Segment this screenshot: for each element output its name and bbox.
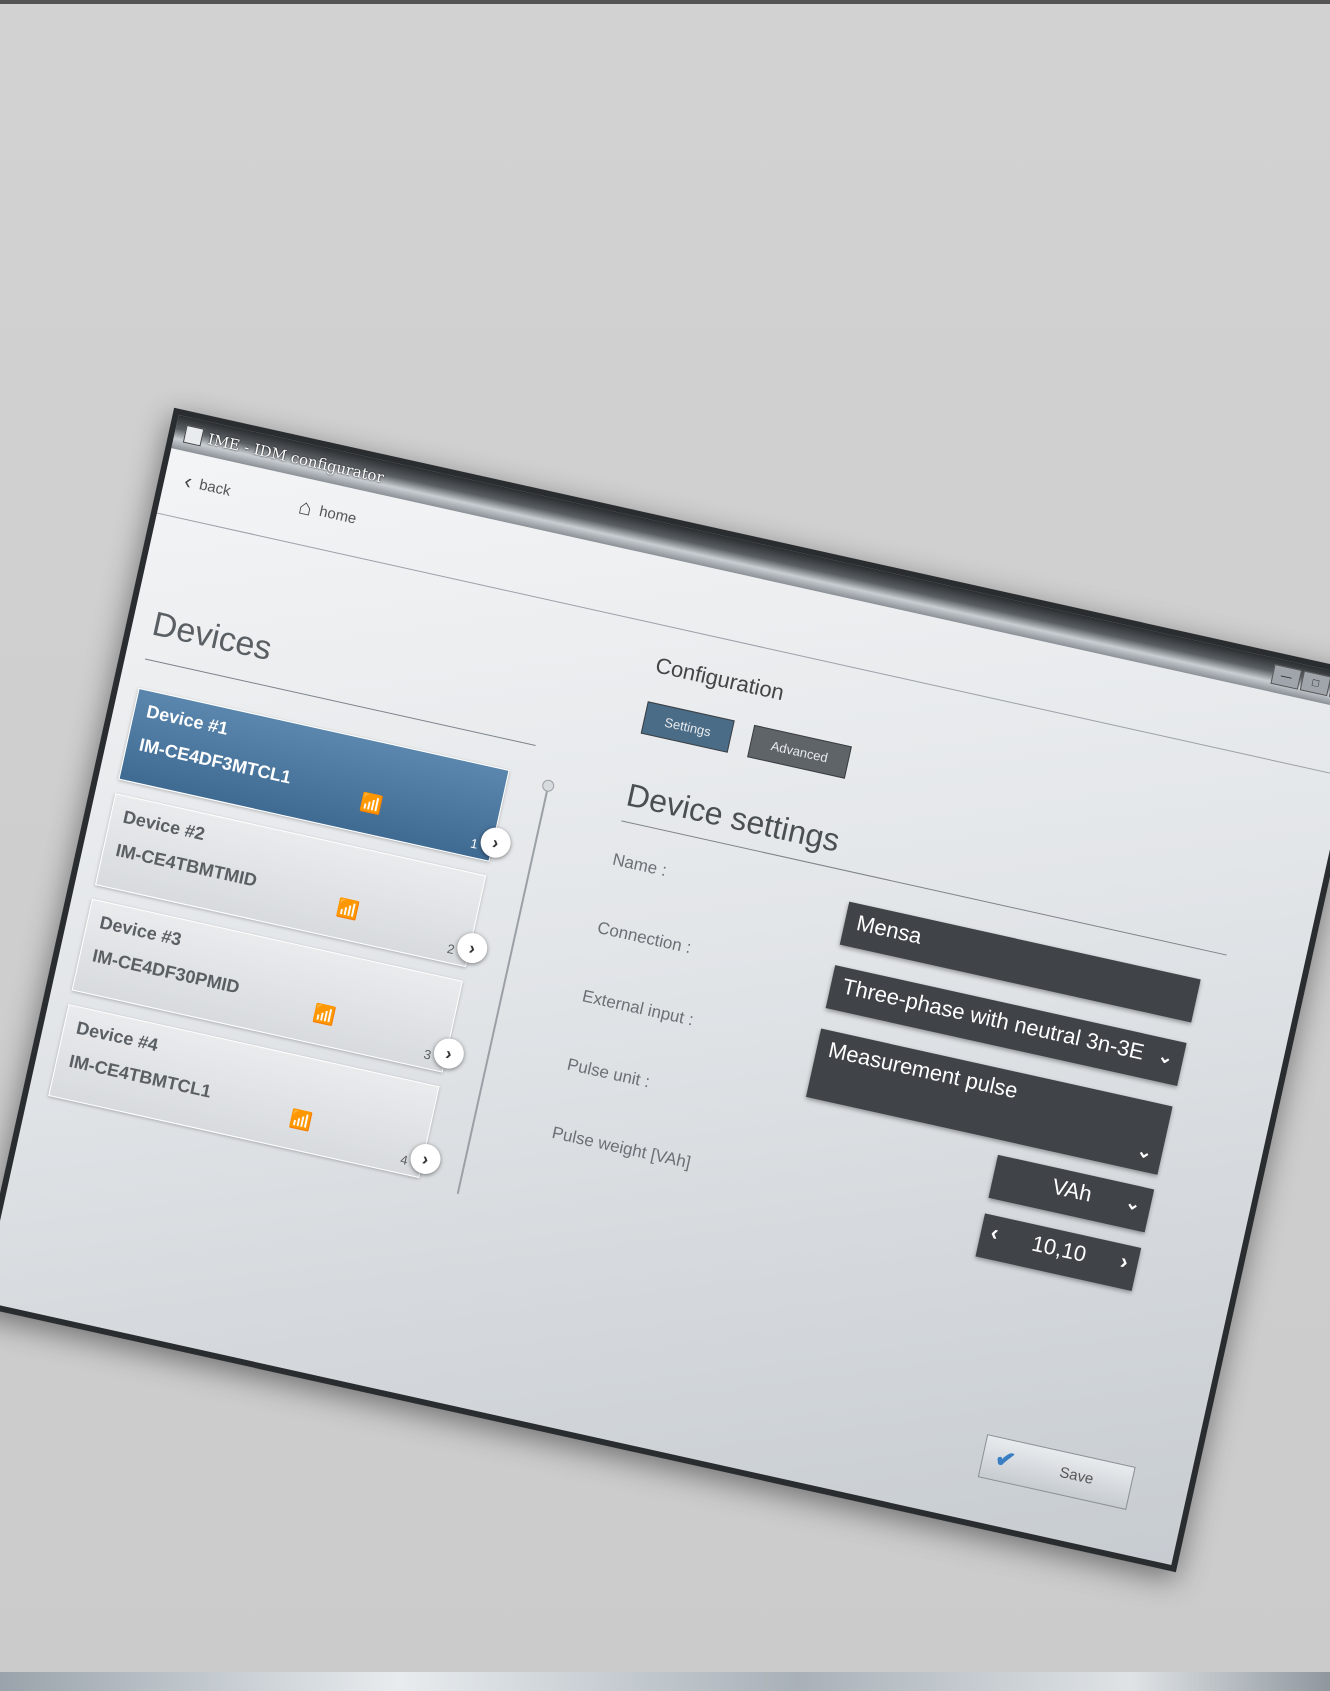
name-value: Mensa	[854, 910, 925, 949]
connection-label: Connection :	[595, 918, 693, 958]
home-button[interactable]: ⌂ home	[296, 493, 359, 531]
device-settings-heading: Device settings	[623, 776, 844, 859]
device-id: IM-CE4TBMTMID	[113, 839, 259, 891]
window-controls: — □ ✕	[1270, 664, 1330, 703]
chevron-down-icon: ⌄	[1156, 1045, 1176, 1069]
scrollbar-thumb[interactable]	[541, 778, 556, 793]
device-id: IM-CE4TBMTCL1	[67, 1050, 214, 1102]
wifi-icon: 📶	[334, 897, 362, 922]
pulse-weight-value: 10,10	[1029, 1230, 1089, 1267]
home-label: home	[317, 502, 359, 528]
chevron-down-icon: ⌄	[1135, 1140, 1155, 1163]
minimize-button[interactable]: —	[1270, 664, 1303, 690]
wifi-icon: 📶	[311, 1002, 338, 1027]
wifi-icon: 📶	[288, 1107, 315, 1133]
save-label: Save	[1057, 1463, 1095, 1488]
device-name: Device #1	[144, 701, 231, 739]
app-icon	[182, 424, 205, 447]
screen-title: Configuration	[653, 652, 787, 706]
device-index: 1	[469, 835, 480, 852]
device-name: Device #3	[97, 912, 184, 950]
chevron-down-icon: ⌄	[1123, 1191, 1143, 1215]
device-index: 2	[445, 940, 457, 958]
back-button[interactable]: ‹ back	[182, 468, 234, 504]
chevron-right-icon[interactable]: ›	[454, 930, 491, 967]
pulse-unit-value: VAh	[1049, 1173, 1095, 1207]
home-icon: ⌂	[296, 493, 315, 521]
device-id: IM-CE4DF30PMID	[90, 945, 242, 998]
chevron-right-icon[interactable]: ›	[477, 824, 514, 861]
back-chevron-icon: ‹	[181, 468, 195, 495]
chevron-right-icon[interactable]: ›	[430, 1035, 467, 1072]
save-button[interactable]: ✔ Save	[977, 1434, 1136, 1510]
stepper-increase-icon[interactable]: ›	[1118, 1248, 1131, 1275]
stepper-decrease-icon[interactable]: ‹	[988, 1219, 1001, 1246]
device-id: IM-CE4DF3MTCL1	[137, 734, 293, 788]
top-border	[0, 0, 1330, 4]
tab-settings[interactable]: Settings	[640, 701, 735, 753]
device-index: 3	[422, 1046, 433, 1063]
settings-tabs: Settings Advanced	[640, 701, 852, 779]
pulse-unit-label: Pulse unit :	[565, 1054, 652, 1092]
device-index: 4	[399, 1151, 410, 1169]
title-bar: IME - IDM configurator — □ ✕	[171, 414, 1330, 712]
maximize-button[interactable]: □	[1299, 670, 1330, 697]
pulse-weight-label: Pulse weight [VAh]	[550, 1123, 693, 1173]
external-input-value: Measurement pulse	[826, 1036, 1021, 1104]
device-name: Device #4	[74, 1017, 160, 1056]
wifi-icon: 📶	[358, 791, 385, 817]
device-list: Device #1 IM-CE4DF3MTCL1 📶 1 › Device #2…	[45, 687, 514, 1192]
checkmark-icon: ✔	[992, 1444, 1018, 1476]
tab-advanced[interactable]: Advanced	[747, 724, 852, 779]
bottom-reflection-strip	[0, 1672, 1330, 1691]
background-surface: IME - IDM configurator — □ ✕ ‹ back ⌂ ho…	[0, 0, 1330, 1691]
name-label: Name :	[610, 849, 669, 881]
device-name: Device #2	[121, 806, 207, 845]
devices-heading: Devices	[148, 604, 276, 669]
external-input-label: External input :	[580, 986, 696, 1030]
app-window: IME - IDM configurator — □ ✕ ‹ back ⌂ ho…	[0, 407, 1330, 1573]
back-label: back	[197, 475, 233, 500]
chevron-right-icon[interactable]: ›	[407, 1141, 444, 1177]
